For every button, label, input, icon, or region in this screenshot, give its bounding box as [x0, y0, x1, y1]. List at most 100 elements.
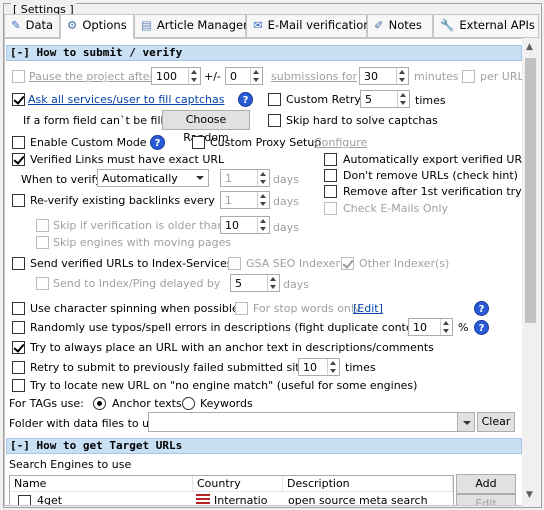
search-engines-label: Search Engines to use — [9, 458, 132, 471]
locate-new-checkbox[interactable] — [12, 379, 25, 392]
pause-variance-stepper[interactable]: 0 — [225, 67, 263, 85]
tags-label: For TAGs use: — [9, 397, 84, 410]
custom-mode-checkbox[interactable] — [12, 136, 25, 149]
scroll-up-icon[interactable]: ▲ — [526, 42, 533, 52]
custom-proxy-checkbox[interactable] — [192, 136, 205, 149]
index-delay-stepper[interactable]: 5 — [230, 274, 280, 292]
reverify-checkbox[interactable] — [12, 194, 25, 207]
skip-older-stepper[interactable]: 10 — [220, 216, 270, 234]
configure-link[interactable]: Configure — [314, 136, 367, 149]
gsa-indexer-checkbox[interactable] — [228, 257, 241, 270]
scrollbar-thumb[interactable] — [525, 58, 536, 323]
help-icon[interactable]: ? — [150, 135, 165, 150]
edit-stop-words-link[interactable]: [Edit] — [353, 302, 383, 315]
exact-url-checkbox[interactable] — [12, 153, 25, 166]
ask-captcha-link[interactable]: Ask all services/user to fill captchas — [28, 93, 224, 106]
tab-notes[interactable]: ✐ Notes — [367, 14, 433, 38]
typos-checkbox[interactable] — [12, 321, 25, 334]
tab-options[interactable]: ⚙ Options — [60, 14, 134, 39]
help-icon[interactable]: ? — [474, 320, 489, 335]
form-field-label: If a form field can`t be filled — [23, 114, 178, 127]
tab-data[interactable]: ✎ Data — [4, 14, 60, 38]
retry-failed-label: Retry to submit to previously failed sub… — [30, 361, 313, 374]
engine-description: open source meta search — [288, 494, 428, 506]
add-engine-button[interactable]: Add — [456, 474, 516, 494]
chevron-down-icon — [463, 421, 471, 425]
times-label: times — [345, 361, 376, 374]
send-index-checkbox[interactable] — [12, 257, 25, 270]
tab-external-apis[interactable]: 🔧 External APIs — [433, 14, 539, 38]
times-label: times — [415, 94, 446, 107]
anchor-checkbox[interactable] — [12, 341, 25, 354]
remove-after-checkbox[interactable] — [324, 185, 337, 198]
vertical-scrollbar[interactable]: ▲ ▼ — [522, 38, 540, 506]
column-description[interactable]: Description — [283, 476, 453, 492]
custom-mode-label: Enable Custom Mode — [30, 136, 147, 149]
anchor-texts-radio[interactable] — [93, 397, 106, 410]
column-country[interactable]: Country — [193, 476, 283, 492]
clear-button[interactable]: Clear — [477, 412, 515, 432]
section-target-urls[interactable]: [-] How to get Target URLs — [6, 438, 522, 454]
days-label: days — [283, 278, 309, 291]
when-verify-select[interactable]: Automatically — [97, 169, 209, 187]
keywords-label: Keywords — [200, 397, 253, 410]
reverify-stepper[interactable]: 1 — [220, 191, 270, 209]
tab-email-verification[interactable]: ✉ E-Mail verification — [246, 14, 371, 38]
index-delay-checkbox[interactable] — [36, 277, 49, 290]
column-name[interactable]: Name — [10, 476, 193, 492]
skip-moving-checkbox[interactable] — [36, 236, 49, 249]
folder-select[interactable] — [148, 412, 475, 432]
locate-new-label: Try to locate new URL on "no engine matc… — [30, 379, 418, 392]
stop-words-checkbox[interactable] — [235, 302, 248, 315]
search-engines-table[interactable]: Name Country Description 4get Internatio… — [9, 475, 454, 506]
minutes-stepper[interactable]: 30 — [359, 67, 409, 85]
retry-failed-checkbox[interactable] — [12, 361, 25, 374]
retry-stepper[interactable]: 5 — [360, 90, 410, 108]
other-indexer-checkbox[interactable] — [341, 257, 354, 270]
typos-label: Randomly use typos/spell errors in descr… — [30, 321, 429, 334]
tab-article-manager[interactable]: ▤ Article Manager — [134, 14, 248, 38]
reverify-label: Re-verify existing backlinks every — [30, 194, 215, 207]
scroll-down-icon[interactable]: ▼ — [526, 490, 533, 500]
check-emails-label: Check E-Mails Only — [343, 202, 449, 215]
spinning-checkbox[interactable] — [12, 302, 25, 315]
keywords-radio[interactable] — [182, 397, 195, 410]
anchor-label: Try to always place an URL with an ancho… — [30, 341, 434, 354]
stop-words-label: For stop words only — [253, 302, 361, 315]
engine-checkbox[interactable] — [18, 495, 31, 505]
folder-label: Folder with data files to use — [9, 417, 162, 430]
skip-hard-captcha-checkbox[interactable] — [268, 114, 281, 127]
engine-name: 4get — [37, 494, 63, 506]
options-panel: [-] How to submit / verify Pause the pro… — [4, 38, 523, 506]
help-icon[interactable]: ? — [238, 92, 253, 107]
plus-minus-label: +/- — [204, 70, 221, 83]
custom-retry-checkbox[interactable] — [268, 93, 281, 106]
dont-remove-checkbox[interactable] — [324, 169, 337, 182]
when-verify-days-stepper[interactable]: 1 — [220, 169, 270, 187]
folder-dropdown-button[interactable] — [457, 412, 475, 432]
gear-icon: ⚙ — [67, 18, 78, 32]
skip-older-checkbox[interactable] — [36, 219, 49, 232]
retry-failed-stepper[interactable]: 10 — [298, 358, 340, 376]
submissions-for-link[interactable]: submissions for — [271, 70, 357, 83]
pause-count-stepper[interactable]: 100 — [151, 67, 201, 85]
per-url-checkbox[interactable] — [462, 70, 475, 83]
check-emails-checkbox[interactable] — [324, 202, 337, 215]
typos-stepper[interactable]: 10 — [408, 318, 453, 336]
skip-hard-captcha-label: Skip hard to solve captchas — [286, 114, 438, 127]
pause-label[interactable]: Pause the project after — [29, 70, 154, 83]
custom-retry-label: Custom Retry — [286, 93, 361, 106]
ask-captcha-checkbox[interactable] — [12, 93, 25, 106]
edit-engine-button[interactable]: Edit — [456, 494, 516, 505]
section-how-to-submit[interactable]: [-] How to submit / verify — [6, 45, 522, 61]
exact-url-label: Verified Links must have exact URL — [30, 153, 225, 166]
days-label: days — [273, 221, 299, 234]
index-delay-label: Send to Index/Ping delayed by — [53, 277, 221, 290]
auto-export-checkbox[interactable] — [324, 153, 337, 166]
help-icon[interactable]: ? — [474, 301, 489, 316]
percent-label: % — [458, 321, 469, 334]
pause-checkbox[interactable] — [12, 70, 25, 83]
when-verify-label: When to verify — [21, 173, 102, 186]
custom-proxy-label: Custom Proxy Setup — [210, 136, 322, 149]
choose-random-button[interactable]: Choose Random — [162, 110, 250, 144]
